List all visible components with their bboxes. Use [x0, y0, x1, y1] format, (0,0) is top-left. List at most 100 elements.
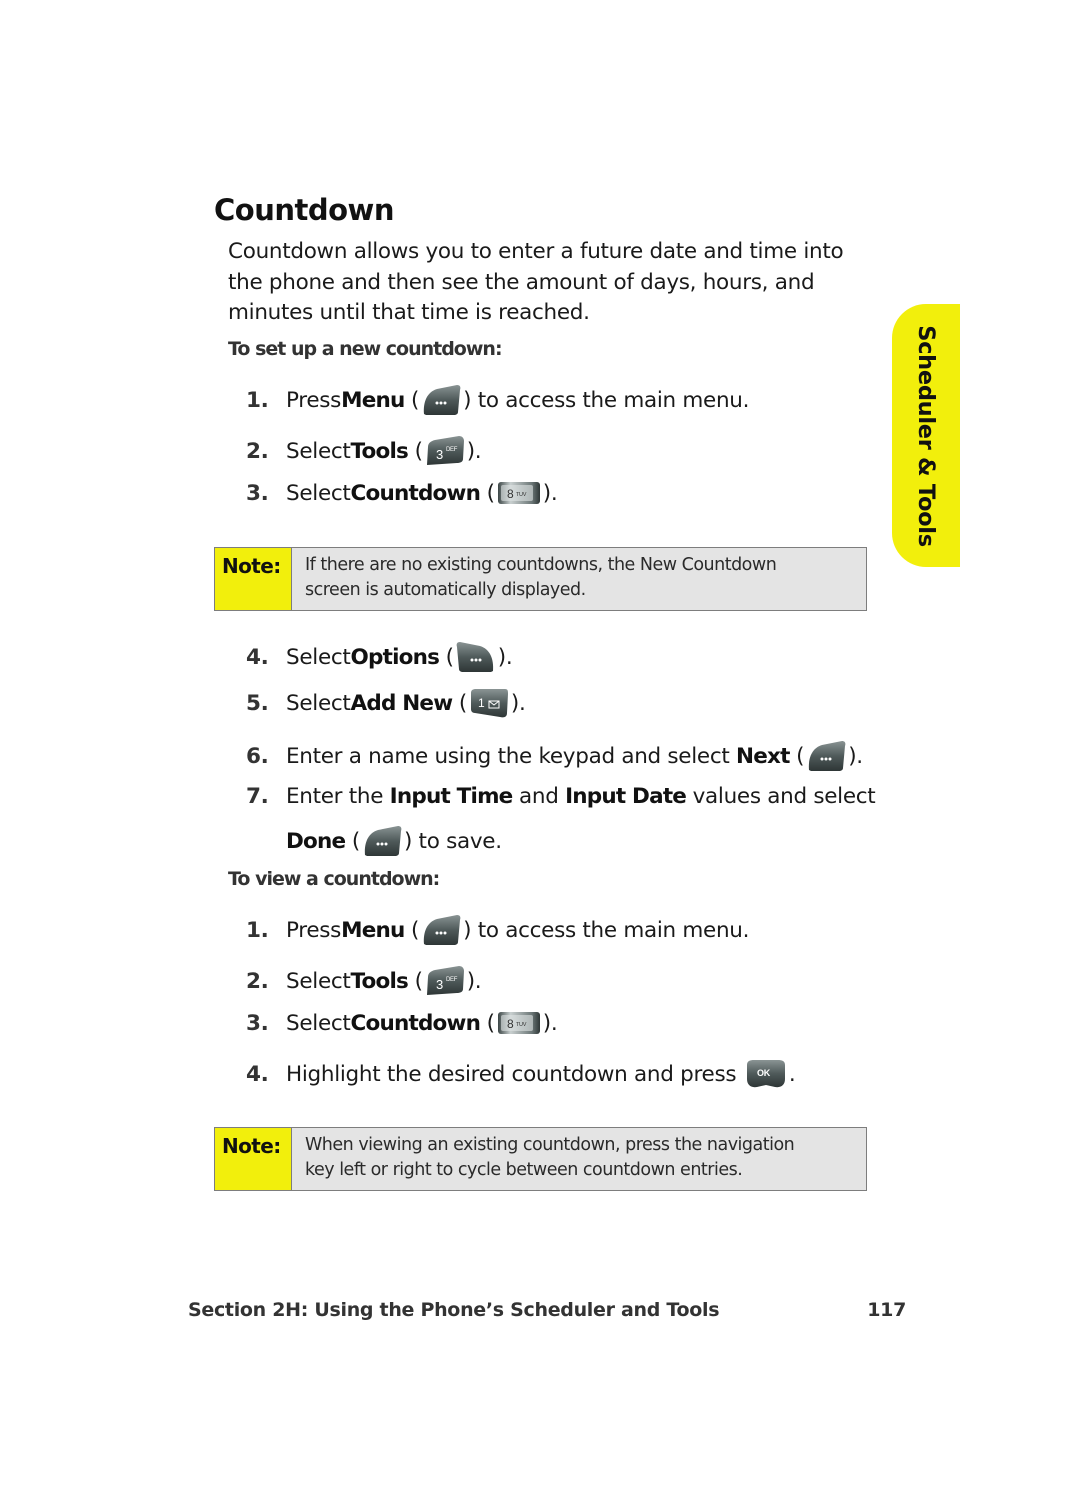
step-number: 3.	[246, 480, 269, 506]
setup-step-7: 7. Enter the Input Time and Input Date v…	[246, 784, 876, 809]
section-side-tab: Scheduler & Tools	[892, 304, 960, 567]
step-text: (	[452, 690, 467, 716]
key-8-tuv-icon: 8 TUV	[497, 1012, 540, 1034]
view-note: Note: When viewing an existing countdown…	[214, 1127, 867, 1191]
svg-text:TUV: TUV	[516, 492, 527, 498]
view-step-4: 4. Highlight the desired countdown and p…	[246, 1059, 796, 1089]
setup-step-4: 4. Select Options ( ).	[246, 641, 513, 673]
svg-text:3: 3	[436, 447, 443, 462]
step-number: 7.	[246, 784, 269, 809]
step-text: Press	[286, 917, 342, 943]
step-text: ).	[497, 644, 513, 670]
step-key-name: Menu	[341, 917, 405, 943]
page-title: Countdown	[214, 193, 394, 227]
step-text: (	[408, 968, 423, 994]
setup-step-1: 1. Press Menu ( ) to access the main men…	[246, 384, 749, 416]
setup-step-5: 5. Select Add New ( 1 ).	[246, 687, 526, 719]
step-text: Select	[286, 1010, 351, 1036]
step-text: (	[439, 644, 454, 670]
menu-softkey-left-icon	[364, 826, 402, 856]
step-key-name: Options	[350, 644, 440, 670]
step-number: 2.	[246, 968, 269, 994]
step-key-name: Add New	[350, 690, 454, 716]
svg-text:TUV: TUV	[516, 1022, 527, 1028]
step-number: 1.	[246, 917, 269, 943]
step-text: (	[408, 438, 423, 464]
step-text: ).	[542, 480, 558, 506]
key-1-envelope-icon: 1	[470, 689, 508, 718]
step-text: (	[345, 828, 360, 854]
svg-text:DEF: DEF	[446, 977, 458, 983]
setup-step-3: 3. Select Countdown ( 8 TUV ).	[246, 480, 558, 506]
step-number: 5.	[246, 690, 269, 716]
step-number: 4.	[246, 644, 269, 670]
view-step-3: 3. Select Countdown ( 8 TUV ).	[246, 1010, 558, 1036]
step-text: ).	[466, 438, 482, 464]
setup-step-7-continued: Done ( ) to save.	[286, 825, 502, 857]
svg-text:OK: OK	[757, 1068, 771, 1078]
svg-text:8: 8	[507, 1017, 514, 1031]
step-text: (	[404, 387, 420, 413]
step-text: Select	[286, 480, 351, 506]
note-text: When viewing an existing countdown, pres…	[292, 1128, 795, 1190]
view-step-2: 2. Select Tools ( 3 DEF ).	[246, 965, 482, 997]
step-text: ) to access the main menu.	[463, 387, 750, 413]
step-number: 3.	[246, 1010, 269, 1036]
menu-softkey-left-icon	[423, 915, 461, 945]
step-key-name: Done	[286, 828, 346, 854]
step-text: .	[788, 1061, 796, 1087]
step-text: Enter a name using the keypad and select	[286, 743, 737, 769]
step-text: values and select	[686, 784, 876, 809]
step-text: ).	[510, 690, 526, 716]
page-number: 117	[867, 1299, 906, 1321]
step-text: (	[404, 917, 420, 943]
view-heading: To view a countdown:	[228, 868, 440, 890]
side-tab-label: Scheduler & Tools	[913, 324, 939, 547]
note-text-line: screen is automatically displayed.	[305, 580, 586, 600]
key-3-def-icon: 3 DEF	[426, 966, 464, 995]
step-field-name: Input Time	[389, 784, 514, 809]
step-text: Select	[286, 644, 351, 670]
note-label: Note:	[215, 1128, 292, 1190]
step-text: Enter the	[286, 784, 390, 809]
step-text: Select	[286, 690, 351, 716]
setup-heading: To set up a new countdown:	[228, 338, 503, 360]
step-text: (	[480, 1010, 495, 1036]
menu-softkey-left-icon	[809, 741, 846, 771]
note-text-line: When viewing an existing countdown, pres…	[305, 1135, 795, 1155]
step-text: (	[789, 743, 805, 769]
step-text: Press	[286, 387, 342, 413]
step-key-name: Countdown	[350, 1010, 481, 1036]
menu-softkey-left-icon	[423, 385, 461, 415]
step-text: and	[512, 784, 566, 809]
svg-text:1: 1	[478, 696, 485, 710]
step-text: ) to access the main menu.	[463, 917, 750, 943]
step-text: ).	[466, 968, 482, 994]
step-key-name: Countdown	[350, 480, 481, 506]
step-text: ).	[542, 1010, 558, 1036]
note-label: Note:	[215, 548, 292, 610]
step-text: ) to save.	[403, 828, 502, 854]
step-text: ).	[848, 743, 863, 769]
footer-section-title: Section 2H: Using the Phone’s Scheduler …	[188, 1299, 720, 1321]
setup-step-2: 2. Select Tools ( 3 DEF ).	[246, 435, 482, 467]
step-text: Select	[286, 968, 351, 994]
step-number: 4.	[246, 1061, 269, 1087]
key-8-tuv-icon: 8 TUV	[497, 482, 540, 504]
note-text-line: If there are no existing countdowns, the…	[305, 555, 777, 575]
intro-paragraph: Countdown allows you to enter a future d…	[228, 239, 844, 325]
setup-step-6: 6. Enter a name using the keypad and sel…	[246, 740, 863, 772]
step-key-name: Menu	[341, 387, 405, 413]
step-number: 6.	[246, 743, 269, 769]
step-key-name: Tools	[350, 438, 409, 464]
note-text-line: key left or right to cycle between count…	[305, 1160, 743, 1180]
step-field-name: Input Date	[565, 784, 687, 809]
setup-note: Note: If there are no existing countdown…	[214, 547, 867, 611]
ok-key-icon: OK	[746, 1060, 785, 1088]
step-number: 2.	[246, 438, 269, 464]
svg-text:DEF: DEF	[446, 447, 458, 453]
options-softkey-right-icon	[456, 642, 493, 672]
view-step-1: 1. Press Menu ( ) to access the main men…	[246, 914, 749, 946]
step-key-name: Next	[736, 743, 790, 769]
svg-text:3: 3	[436, 977, 443, 992]
